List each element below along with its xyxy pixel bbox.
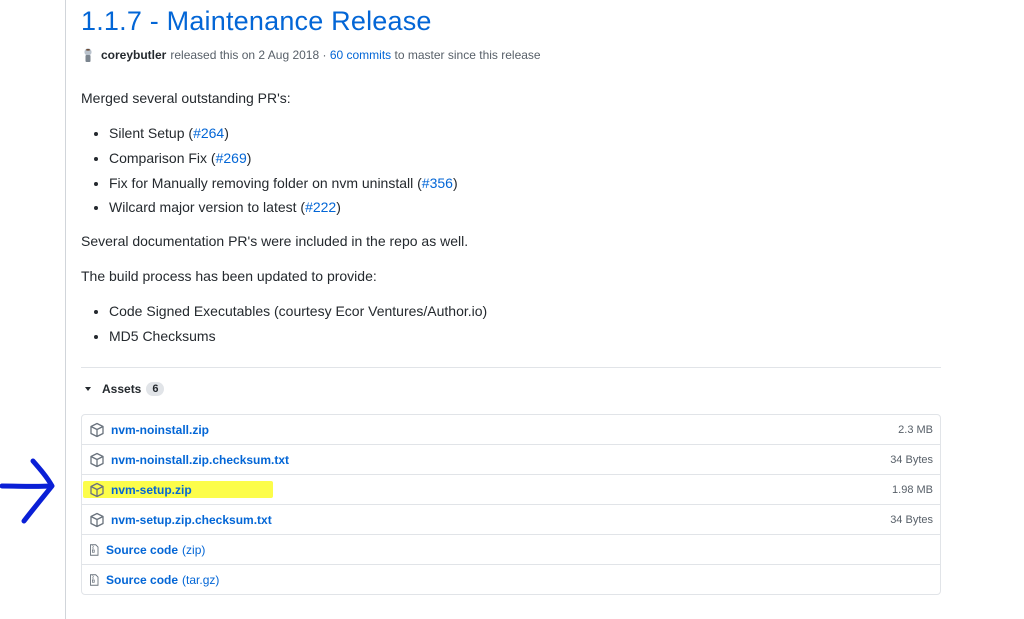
asset-link-nvm-setup-zip[interactable]: nvm-setup.zip bbox=[111, 483, 192, 497]
file-zip-icon bbox=[90, 543, 99, 556]
assets-list: nvm-noinstall.zip 2.3 MB nvm-noinstall.z… bbox=[81, 414, 941, 595]
asset-size: 34 Bytes bbox=[890, 513, 933, 526]
asset-row: nvm-noinstall.zip.checksum.txt 34 Bytes bbox=[82, 445, 940, 475]
caret-down-icon bbox=[85, 387, 91, 391]
asset-row: nvm-noinstall.zip 2.3 MB bbox=[82, 415, 940, 445]
list-item: Silent Setup (#264) bbox=[109, 123, 941, 143]
source-code-zip-link[interactable]: Source code bbox=[106, 543, 178, 557]
source-format[interactable]: (zip) bbox=[182, 543, 205, 557]
pr-link-356[interactable]: #356 bbox=[422, 175, 453, 191]
hand-drawn-arrow-annotation bbox=[0, 458, 55, 524]
build-list: Code Signed Executables (courtesy Ecor V… bbox=[81, 301, 941, 346]
asset-row: nvm-setup.zip 1.98 MB bbox=[82, 475, 940, 505]
since-text: to master since this release bbox=[394, 48, 541, 62]
assets-label: Assets bbox=[102, 382, 142, 396]
pr-link-264[interactable]: #264 bbox=[193, 125, 224, 141]
pr-link-269[interactable]: #269 bbox=[216, 150, 247, 166]
asset-row: nvm-setup.zip.checksum.txt 34 Bytes bbox=[82, 505, 940, 535]
assets-count-badge: 6 bbox=[146, 382, 165, 396]
release-notes: Merged several outstanding PR's: Silent … bbox=[81, 88, 941, 360]
build-intro: The build process has been updated to pr… bbox=[81, 268, 377, 285]
package-icon bbox=[90, 452, 104, 467]
assets-toggle[interactable]: Assets 6 bbox=[81, 382, 165, 396]
notes-intro: Merged several outstanding PR's: bbox=[81, 90, 291, 106]
list-item: Wilcard major version to latest (#222) bbox=[109, 197, 941, 217]
list-item: Comparison Fix (#269) bbox=[109, 148, 941, 168]
file-zip-icon bbox=[90, 573, 99, 586]
author-link[interactable]: coreybutler bbox=[101, 48, 166, 62]
asset-link-nvm-setup-checksum[interactable]: nvm-setup.zip.checksum.txt bbox=[111, 513, 272, 527]
package-icon bbox=[90, 422, 104, 437]
package-icon bbox=[90, 512, 104, 527]
asset-link-nvm-noinstall-checksum[interactable]: nvm-noinstall.zip.checksum.txt bbox=[111, 453, 289, 467]
release-byline: coreybutler released this on 2 Aug 2018 … bbox=[81, 47, 541, 63]
asset-row: Source code (tar.gz) bbox=[82, 565, 940, 594]
source-code-targz-link[interactable]: Source code bbox=[106, 573, 178, 587]
divider bbox=[81, 367, 941, 368]
list-item: Fix for Manually removing folder on nvm … bbox=[109, 173, 941, 193]
list-item: MD5 Checksums bbox=[109, 326, 941, 346]
commits-link[interactable]: 60 commits bbox=[330, 48, 391, 62]
timeline-line bbox=[65, 0, 66, 619]
asset-row: Source code (zip) bbox=[82, 535, 940, 565]
pr-link-222[interactable]: #222 bbox=[305, 199, 336, 215]
asset-size: 2.3 MB bbox=[898, 423, 933, 436]
asset-size: 34 Bytes bbox=[890, 453, 933, 466]
asset-size: 1.98 MB bbox=[892, 483, 933, 496]
docs-note: Several documentation PR's were included… bbox=[81, 233, 469, 250]
pr-list: Silent Setup (#264) Comparison Fix (#269… bbox=[81, 123, 941, 217]
release-title[interactable]: 1.1.7 - Maintenance Release bbox=[81, 6, 432, 37]
released-text: released this on 2 Aug 2018 · bbox=[170, 48, 327, 62]
avatar[interactable] bbox=[81, 47, 95, 63]
asset-link-nvm-noinstall-zip[interactable]: nvm-noinstall.zip bbox=[111, 423, 209, 437]
list-item: Code Signed Executables (courtesy Ecor V… bbox=[109, 301, 941, 321]
source-format[interactable]: (tar.gz) bbox=[182, 573, 219, 587]
package-icon bbox=[90, 482, 104, 497]
